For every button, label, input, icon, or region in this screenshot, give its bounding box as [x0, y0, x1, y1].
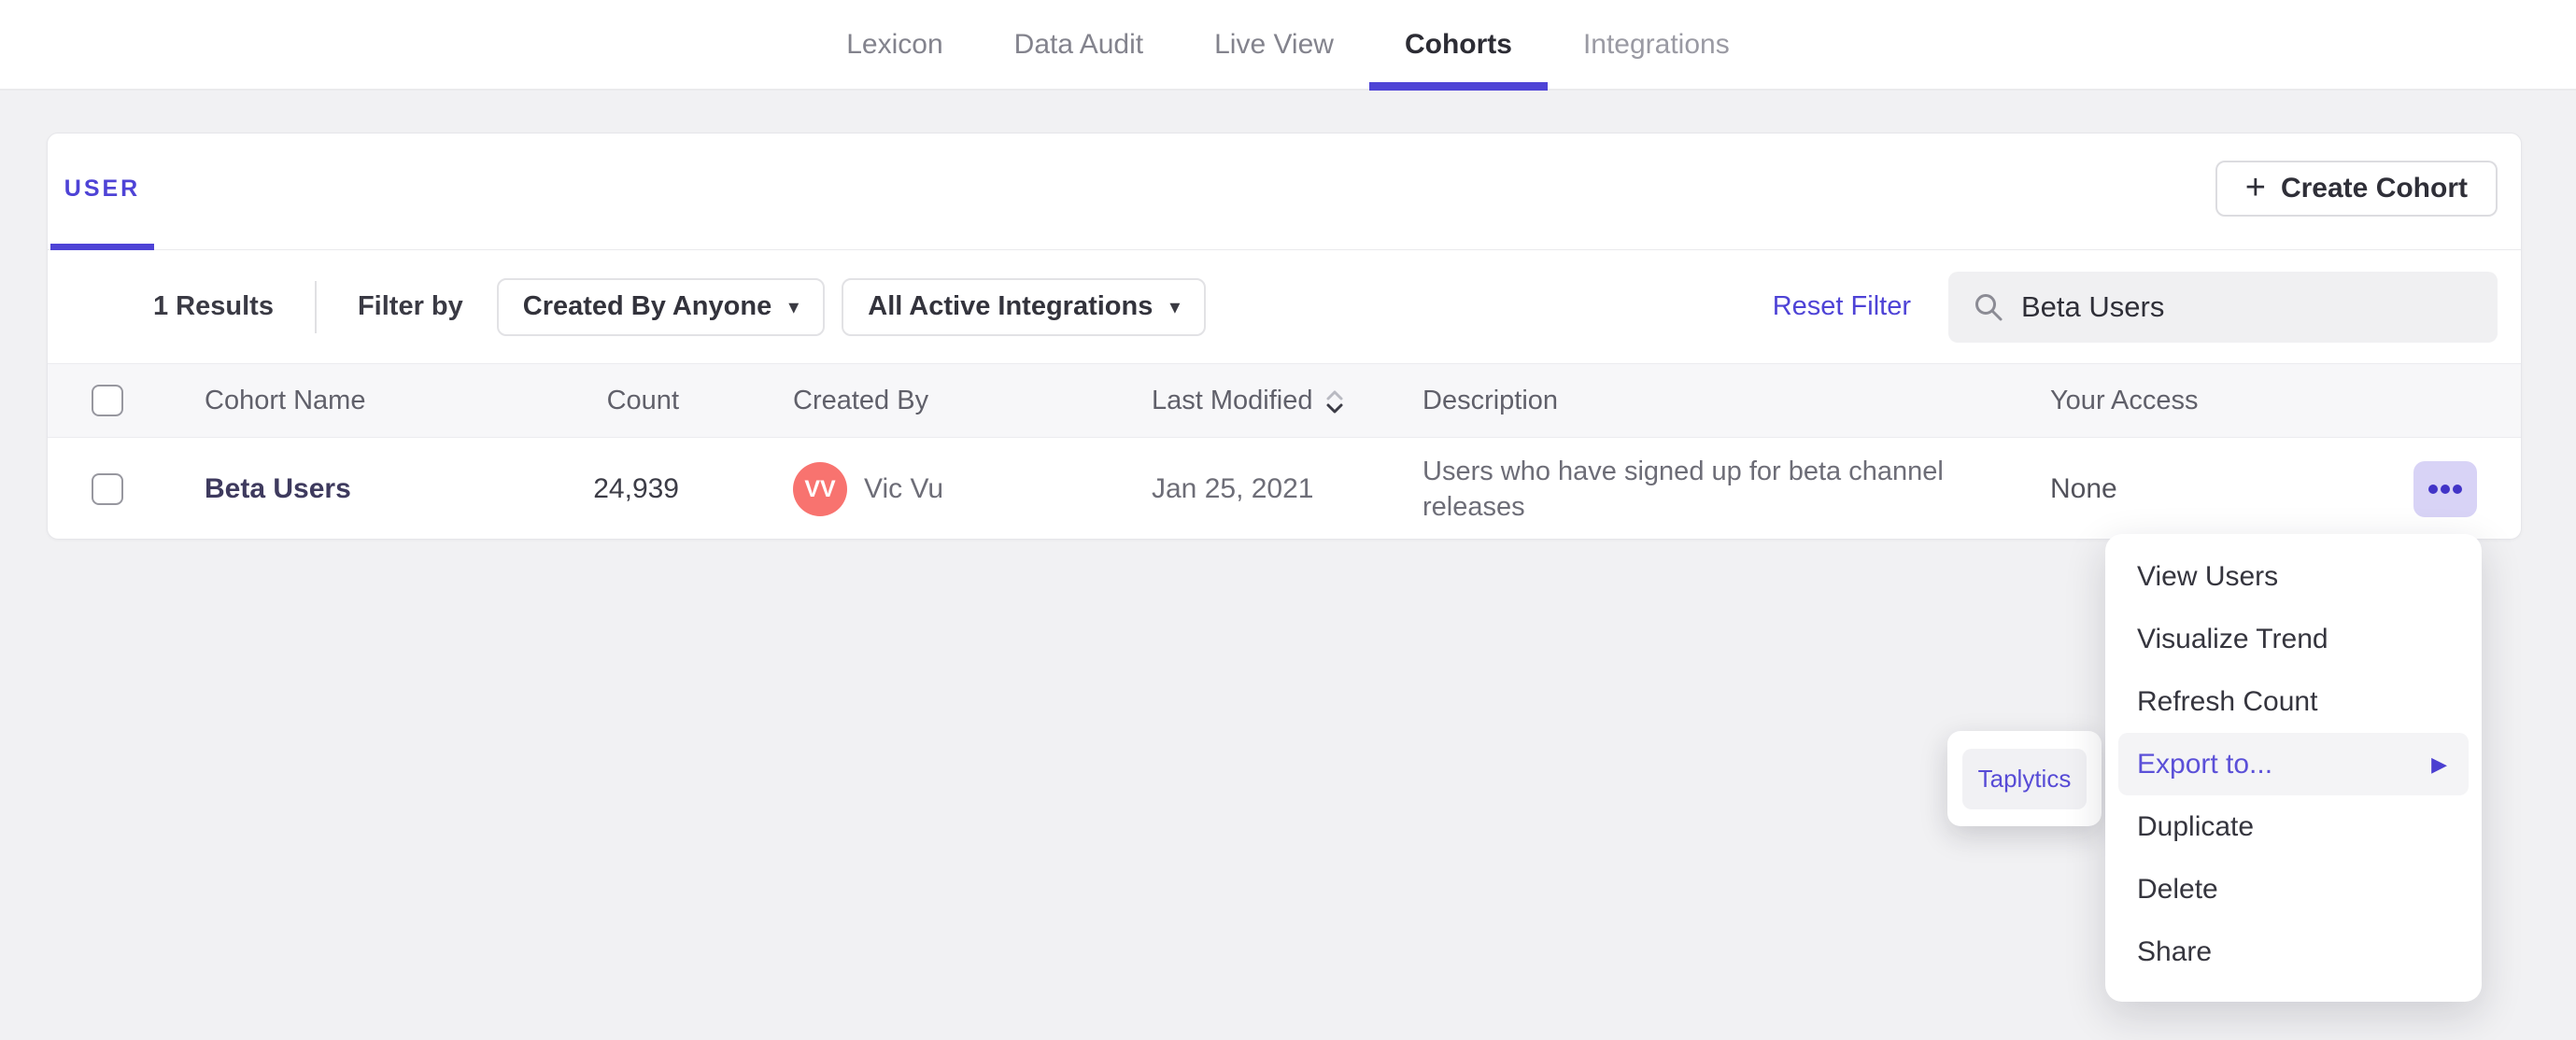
- chevron-down-icon: ▾: [788, 294, 800, 318]
- row-checkbox[interactable]: [92, 473, 123, 505]
- sort-icon[interactable]: [1324, 387, 1345, 417]
- search-input[interactable]: [2021, 271, 2498, 343]
- cohort-description: Users who have signed up for beta channe…: [1422, 457, 1944, 522]
- filter-by-label: Filter by: [357, 291, 463, 321]
- context-menu: View Users Visualize Trend Refresh Count…: [2105, 534, 2482, 1002]
- header-count: Count: [606, 385, 679, 415]
- menu-item-export-to[interactable]: Export to... ▶: [2118, 733, 2469, 795]
- header-checkbox-cell: [48, 385, 205, 416]
- created-by-name: Vic Vu: [864, 473, 944, 504]
- created-by-dropdown[interactable]: Created By Anyone ▾: [496, 277, 826, 336]
- header-created-by: Created By: [793, 385, 929, 415]
- header-cohort-name: Cohort Name: [205, 385, 366, 415]
- table-header-row: Cohort Name Count Created By Last Modifi…: [48, 363, 2521, 438]
- menu-item-export-label: Export to...: [2137, 748, 2273, 780]
- vertical-divider: [314, 280, 317, 333]
- results-count: 1 Results: [153, 291, 274, 321]
- menu-item-duplicate[interactable]: Duplicate: [2118, 795, 2469, 858]
- avatar: VV: [793, 462, 847, 516]
- reset-filter-link[interactable]: Reset Filter: [1773, 291, 1911, 322]
- last-modified-date: Jan 25, 2021: [1152, 473, 1314, 504]
- nav-tab-integrations[interactable]: Integrations: [1548, 0, 1765, 89]
- menu-item-delete[interactable]: Delete: [2118, 858, 2469, 921]
- header-last-modified-label: Last Modified: [1152, 385, 1313, 415]
- export-submenu: Taplytics: [1947, 731, 2102, 826]
- cohorts-card: USER + Create Cohort 1 Results Filter by…: [47, 133, 2522, 540]
- tab-user[interactable]: USER: [50, 176, 154, 250]
- cohort-count: 24,939: [593, 473, 679, 504]
- your-access-value: None: [2050, 473, 2117, 504]
- plus-icon: +: [2244, 167, 2266, 207]
- more-actions-button[interactable]: [2413, 461, 2477, 517]
- create-cohort-label: Create Cohort: [2280, 173, 2468, 204]
- nav-tab-data-audit[interactable]: Data Audit: [979, 0, 1179, 89]
- search-icon: [1975, 293, 2003, 320]
- header-your-access: Your Access: [2050, 385, 2199, 415]
- top-nav: Lexicon Data Audit Live View Cohorts Int…: [0, 0, 2576, 91]
- submenu-item-taplytics[interactable]: Taplytics: [1962, 748, 2087, 809]
- search-box[interactable]: [1948, 271, 2498, 343]
- cohorts-page: Lexicon Data Audit Live View Cohorts Int…: [0, 0, 2576, 1002]
- chevron-down-icon: ▾: [1169, 294, 1181, 318]
- header-last-modified[interactable]: Last Modified: [1152, 384, 1422, 417]
- menu-item-refresh-count[interactable]: Refresh Count: [2118, 670, 2469, 733]
- select-all-checkbox[interactable]: [92, 385, 123, 416]
- row-checkbox-cell: [48, 473, 205, 505]
- nav-tab-live-view[interactable]: Live View: [1179, 0, 1369, 89]
- nav-tab-lexicon[interactable]: Lexicon: [811, 0, 978, 89]
- card-header: USER + Create Cohort: [48, 134, 2521, 250]
- header-description: Description: [1422, 385, 1559, 415]
- ellipsis-icon: [2453, 485, 2462, 494]
- integrations-dropdown-value: All Active Integrations: [868, 291, 1154, 321]
- menu-item-view-users[interactable]: View Users: [2118, 545, 2469, 608]
- table-row: Beta Users 24,939 VV Vic Vu Jan 25, 2021…: [48, 438, 2521, 541]
- submenu-arrow-icon: ▶: [2431, 752, 2447, 776]
- menu-item-share[interactable]: Share: [2118, 921, 2469, 983]
- integrations-dropdown[interactable]: All Active Integrations ▾: [842, 277, 1207, 336]
- created-by-dropdown-value: Created By Anyone: [522, 291, 772, 321]
- cohort-name-link[interactable]: Beta Users: [205, 473, 351, 504]
- filter-bar: 1 Results Filter by Created By Anyone ▾ …: [48, 250, 2521, 363]
- menu-item-visualize-trend[interactable]: Visualize Trend: [2118, 608, 2469, 670]
- ellipsis-icon: [2441, 485, 2450, 494]
- nav-tab-cohorts[interactable]: Cohorts: [1368, 0, 1548, 91]
- create-cohort-button[interactable]: + Create Cohort: [2215, 161, 2498, 217]
- ellipsis-icon: [2428, 485, 2438, 494]
